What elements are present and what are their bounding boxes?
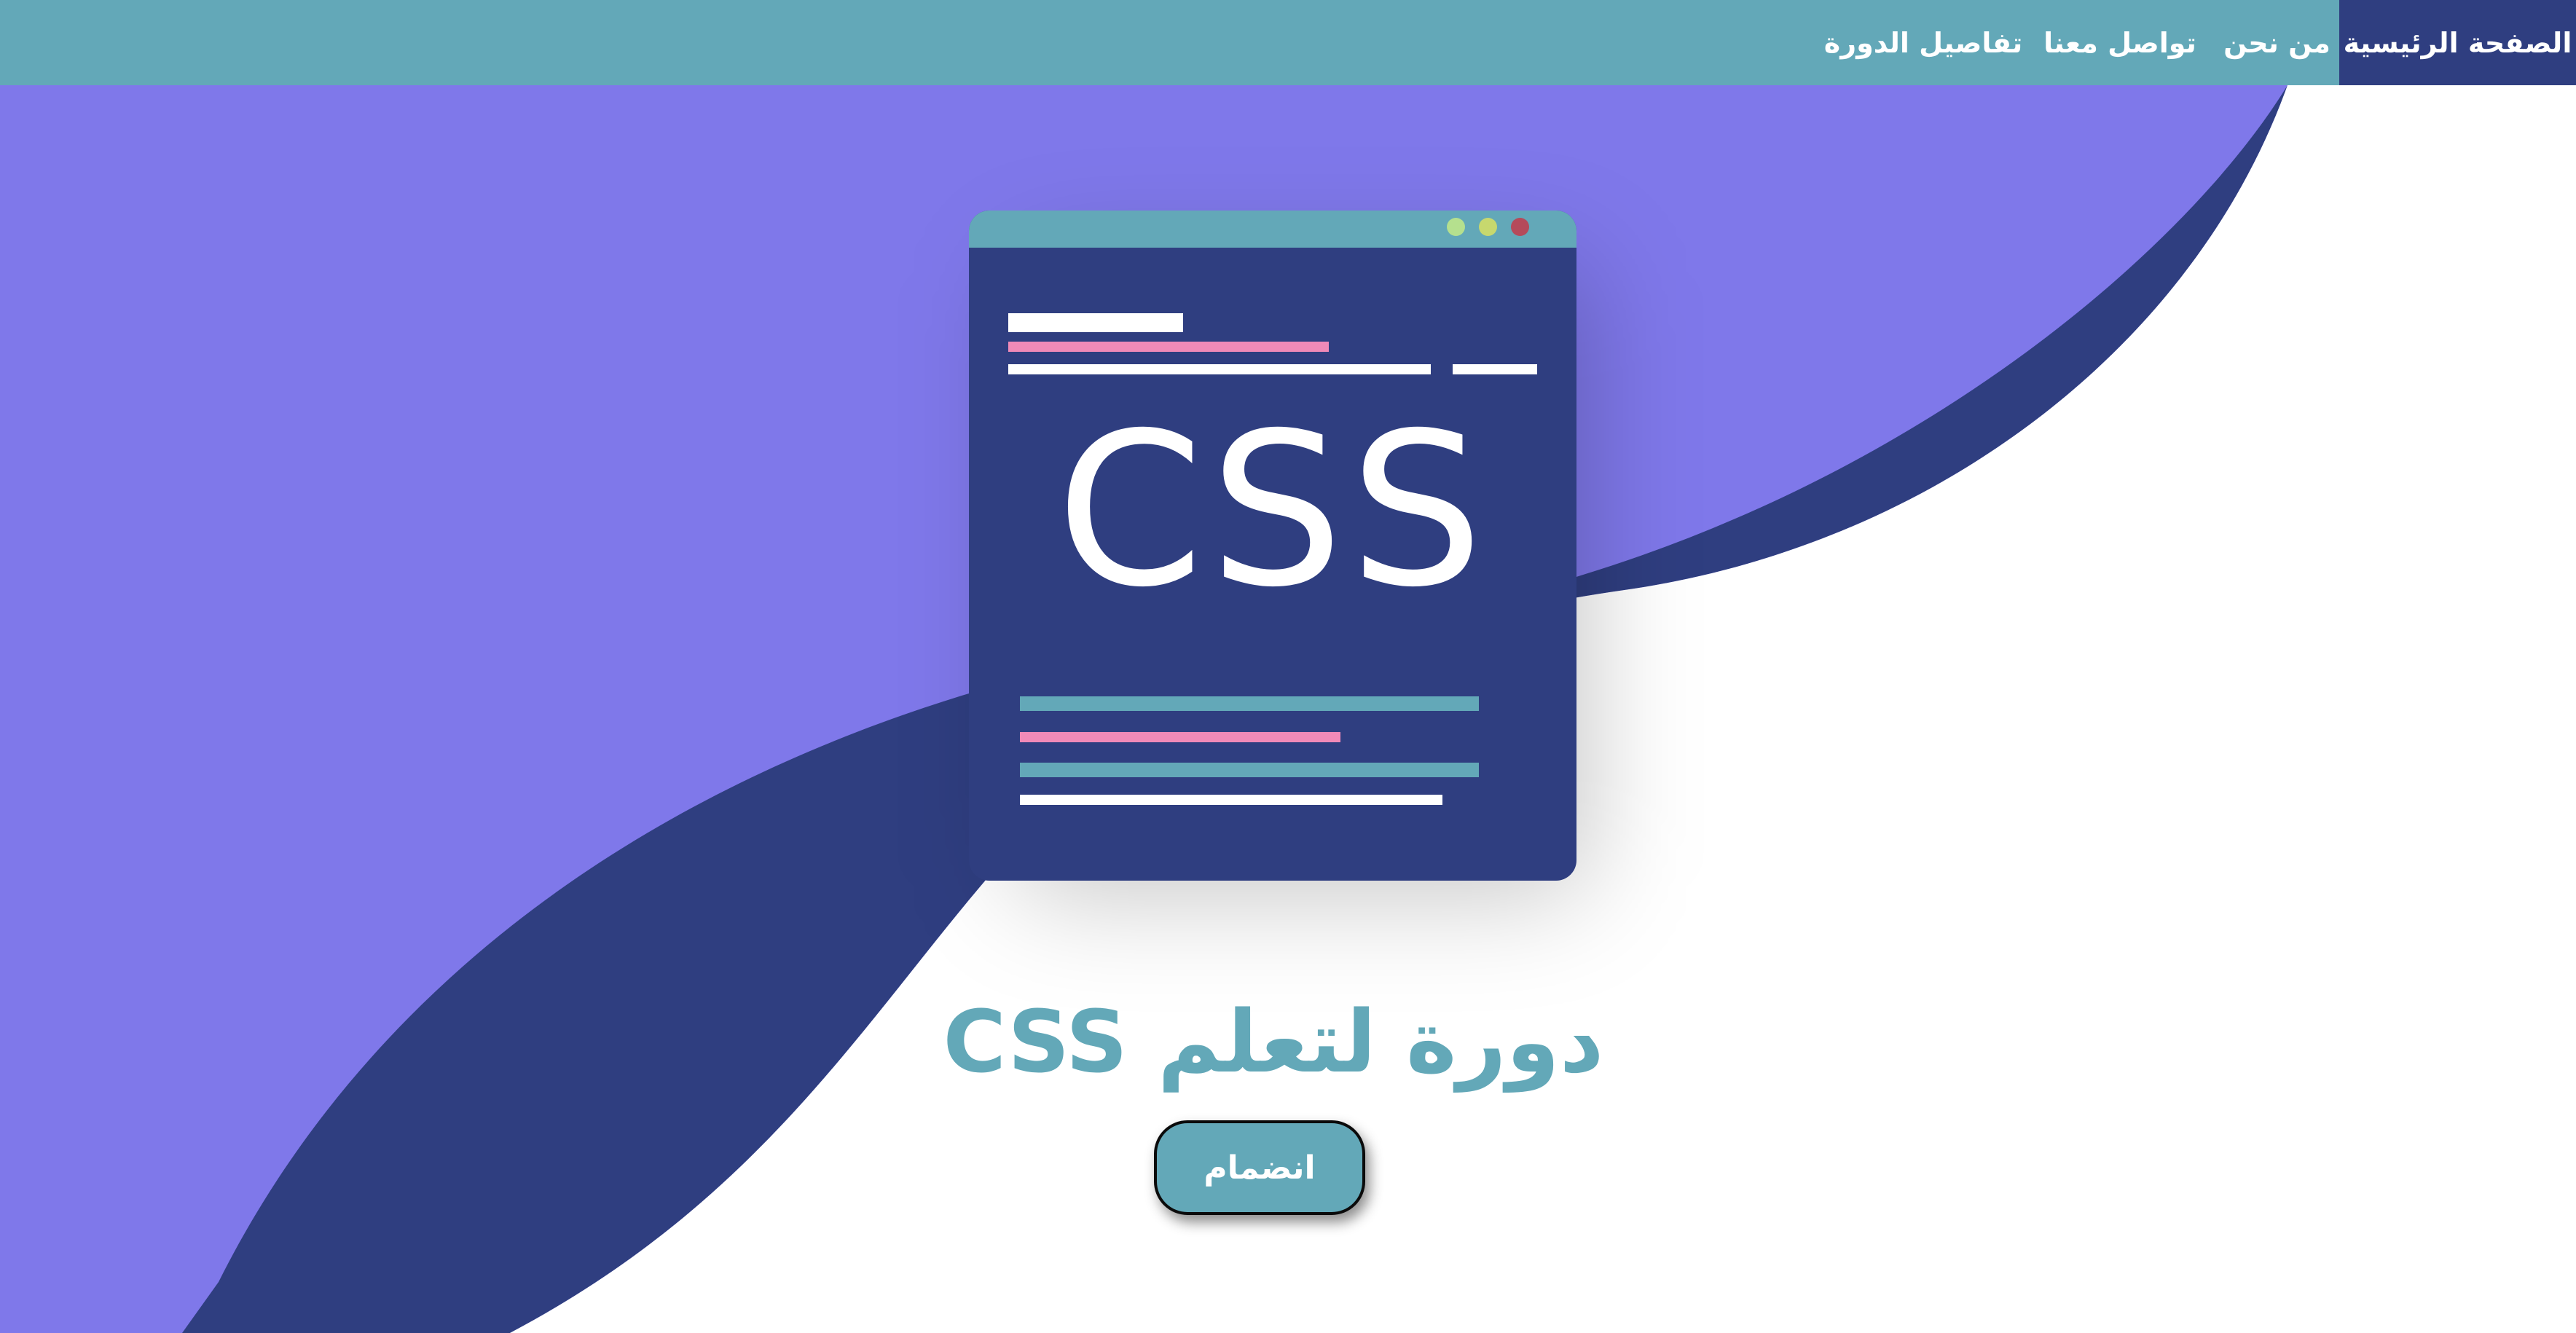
yellow-dot-icon (1479, 218, 1497, 236)
landing-page: الصفحة الرئيسية من نحن تواصل معنا تفاصيل… (0, 0, 2576, 1333)
css-window-illustration: CSS (969, 211, 1576, 881)
nav-course-details[interactable]: تفاصيل الدورة (1821, 0, 2025, 85)
nav-contact-us[interactable]: تواصل معنا (2025, 0, 2215, 85)
code-line-2 (1008, 342, 1329, 352)
code-line-8 (1020, 795, 1442, 805)
code-line-6 (1020, 732, 1340, 742)
code-line-5 (1020, 696, 1479, 711)
green-dot-icon (1447, 218, 1465, 236)
top-navigation: الصفحة الرئيسية من نحن تواصل معنا تفاصيل… (0, 0, 2576, 85)
css-illustration-text: CSS (1056, 388, 1490, 634)
red-dot-icon (1511, 218, 1529, 236)
code-line-1 (1008, 313, 1183, 332)
hero-title: دورة لتعلم CSS (943, 991, 1604, 1092)
code-line-4 (1453, 364, 1537, 374)
code-line-7 (1020, 763, 1479, 777)
nav-about-us[interactable]: من نحن (2215, 0, 2339, 85)
nav-home[interactable]: الصفحة الرئيسية (2339, 0, 2576, 85)
window-title-bar (969, 211, 1576, 248)
join-button[interactable]: انضمام (1154, 1120, 1365, 1215)
code-line-3 (1008, 364, 1431, 374)
